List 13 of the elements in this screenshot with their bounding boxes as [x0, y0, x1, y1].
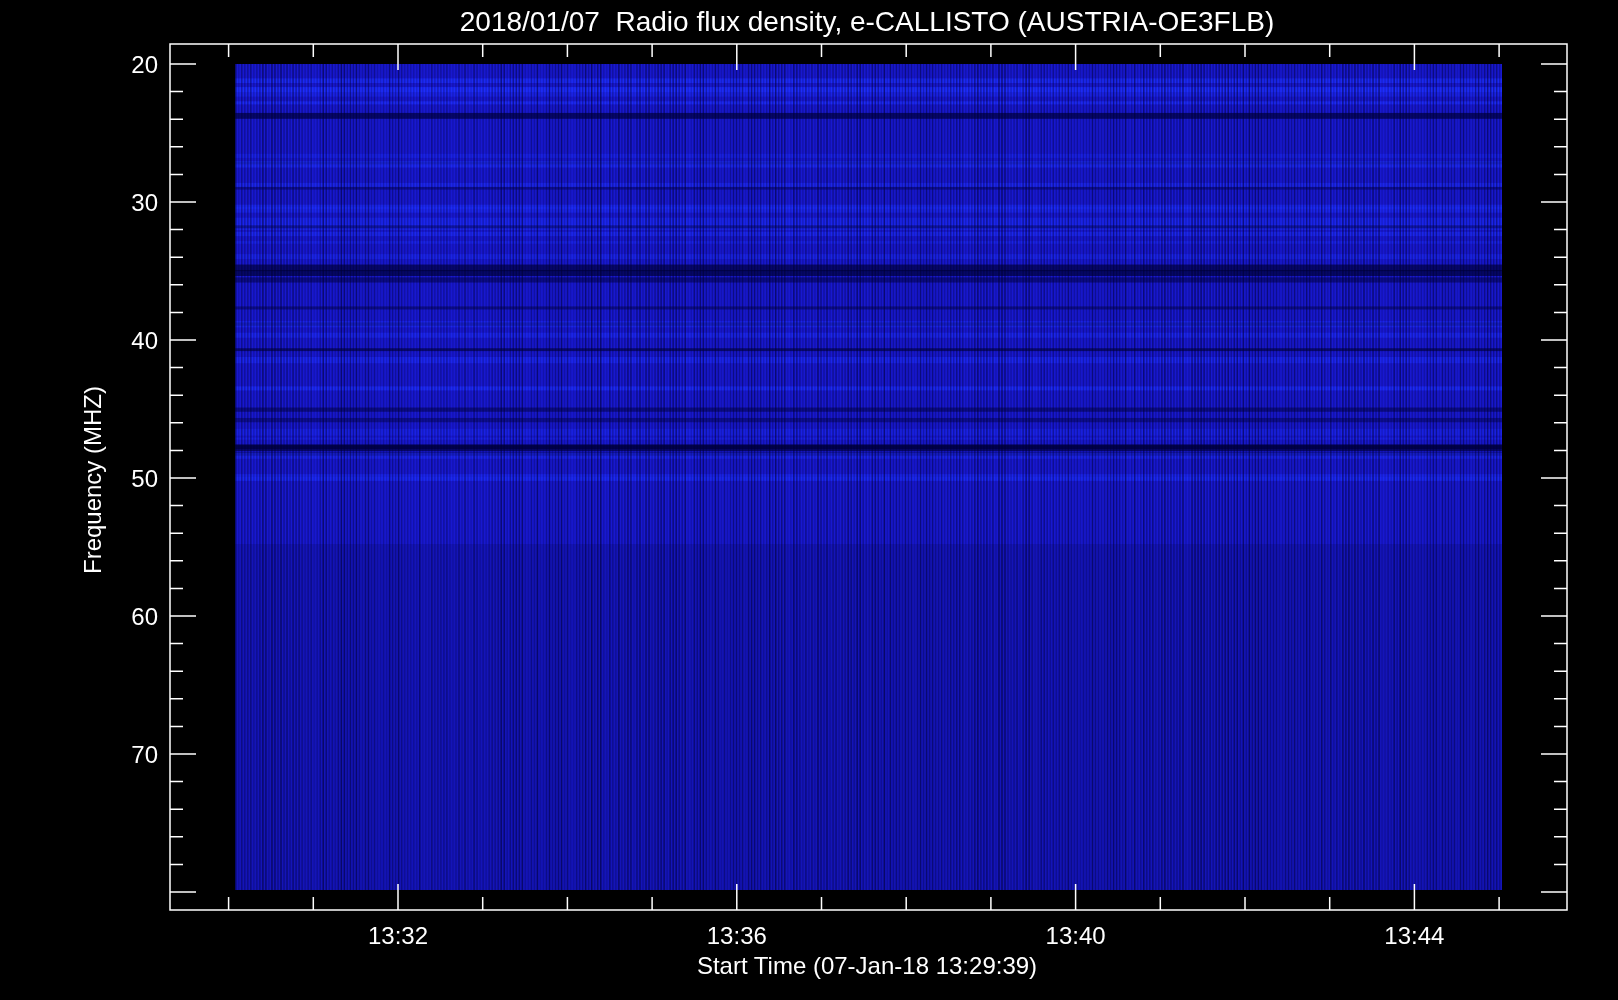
- y-tick-label: 70: [131, 741, 158, 768]
- y-tick-label: 40: [131, 327, 158, 354]
- x-tick-label: 13:36: [706, 922, 767, 949]
- x-tick-label: 13:44: [1384, 922, 1445, 949]
- y-axis-label: Frequency (MHZ): [79, 386, 106, 574]
- y-tick-label: 20: [131, 51, 158, 78]
- x-tick-label: 13:40: [1045, 922, 1106, 949]
- y-tick-label: 30: [131, 189, 158, 216]
- plot-title: 2018/01/07 Radio flux density, e-CALLISTO (AUSTRIA-OE3FLB): [459, 6, 1275, 37]
- x-tick-label: 13:32: [367, 922, 429, 949]
- x-axis-label: Start Time (07-Jan-18 13:29:39): [696, 952, 1038, 979]
- y-tick-label: 50: [131, 465, 158, 492]
- y-tick-label: 60: [131, 603, 158, 630]
